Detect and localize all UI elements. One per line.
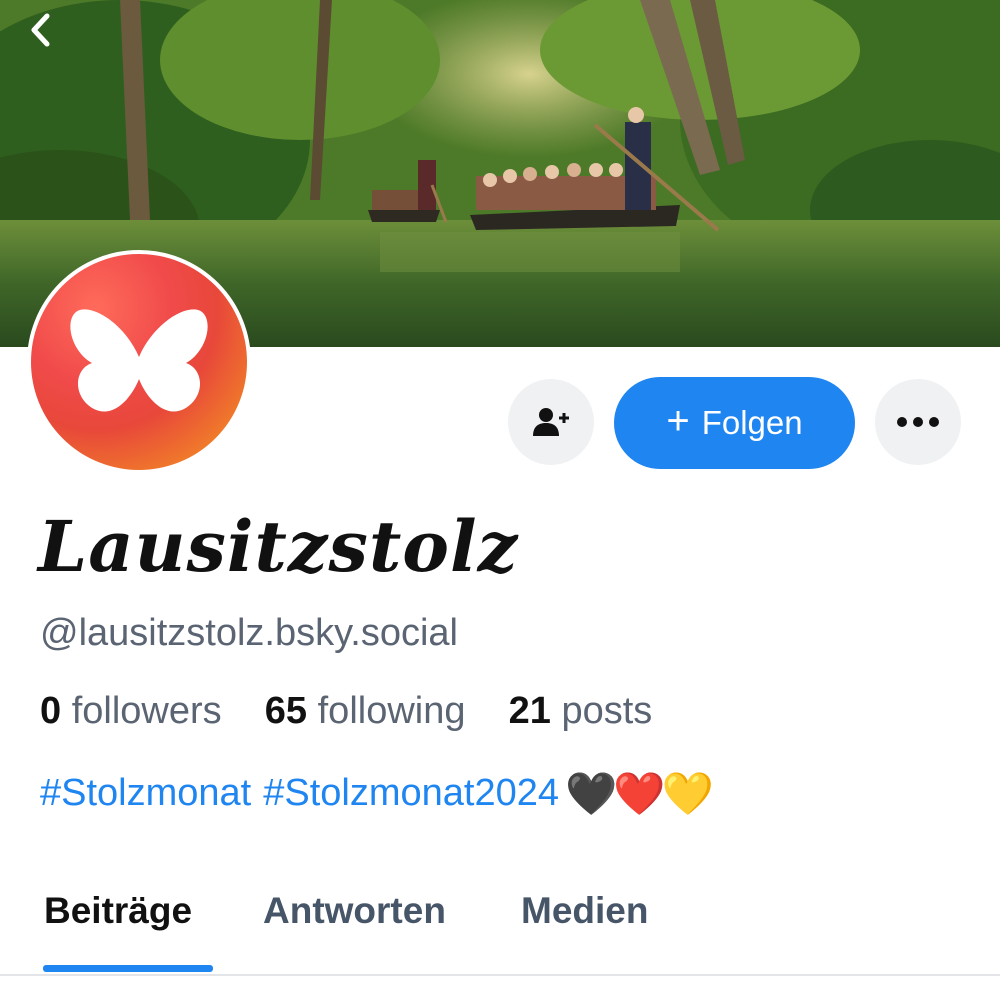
- red-heart-icon: ❤️: [613, 769, 666, 817]
- butterfly-icon: [70, 309, 208, 412]
- plus-icon: +: [666, 399, 690, 443]
- ellipsis-icon: [897, 417, 939, 427]
- following-stat[interactable]: 65 following: [265, 690, 476, 732]
- hashtag-link[interactable]: #Stolzmonat: [40, 772, 251, 815]
- profile-tabs: Beiträge Antworten Medien: [0, 880, 1000, 976]
- followers-count: 0: [40, 690, 62, 732]
- follow-label: Folgen: [701, 404, 803, 441]
- back-button[interactable]: [26, 10, 66, 50]
- hashtag-link[interactable]: #Stolzmonat2024: [263, 772, 559, 815]
- tab-media[interactable]: Medien: [521, 890, 648, 932]
- tab-posts[interactable]: Beiträge: [44, 890, 192, 932]
- active-tab-indicator: [43, 965, 213, 972]
- display-name: Lausitzstolz: [38, 505, 519, 588]
- profile-handle: @lausitzstolz.bsky.social: [40, 612, 458, 654]
- posts-count: 21: [508, 690, 551, 732]
- posts-stat: 21 posts: [509, 690, 653, 732]
- tab-replies[interactable]: Antworten: [263, 890, 446, 932]
- avatar[interactable]: [27, 250, 251, 474]
- following-count: 65: [264, 690, 308, 732]
- black-heart-icon: 🖤: [565, 769, 618, 817]
- person-plus-icon: [533, 408, 569, 436]
- profile-bio: #Stolzmonat #Stolzmonat2024 🖤 ❤️ 💛: [40, 772, 714, 815]
- followers-label: followers: [71, 690, 222, 732]
- following-label: following: [317, 690, 466, 732]
- yellow-heart-icon: 💛: [661, 769, 714, 817]
- posts-label: posts: [561, 690, 653, 732]
- profile-stats: 0 followers 65 following 21 posts: [40, 690, 652, 733]
- heart-emojis: 🖤 ❤️ 💛: [565, 769, 714, 817]
- more-options-button[interactable]: [875, 379, 961, 465]
- followers-stat[interactable]: 0 followers: [40, 690, 232, 732]
- chevron-left-icon: [31, 13, 50, 47]
- follow-button[interactable]: + Folgen: [614, 377, 855, 469]
- add-to-list-button[interactable]: [508, 379, 594, 465]
